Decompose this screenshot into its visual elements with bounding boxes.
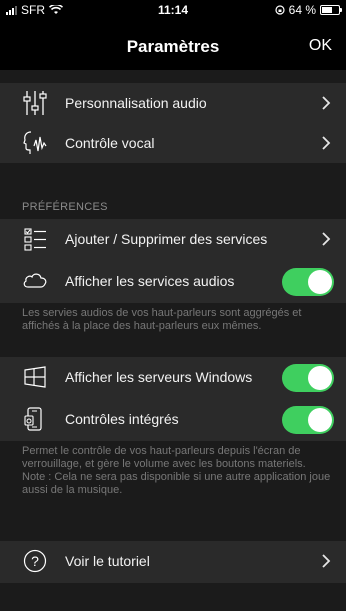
help-icon: ? xyxy=(22,547,48,575)
phone-speaker-icon xyxy=(22,405,48,433)
chevron-right-icon xyxy=(322,136,331,150)
tutorial-section: ? Voir le tutoriel xyxy=(0,541,346,583)
integrated-controls-note: Permet le contrôle de vos haut-parleurs … xyxy=(22,445,331,496)
ok-button[interactable]: OK xyxy=(309,37,332,55)
navigation-bar: Paramètres OK xyxy=(0,20,346,70)
show-windows-servers-label: Afficher les serveurs Windows xyxy=(65,369,253,385)
add-remove-services-label: Ajouter / Supprimer des services xyxy=(65,231,268,247)
row-tutorial[interactable]: ? Voir le tutoriel xyxy=(0,541,346,581)
rotation-lock-icon xyxy=(275,5,285,15)
status-right: 64 % xyxy=(275,3,342,17)
equalizer-icon xyxy=(22,89,48,117)
toggle-knob xyxy=(308,270,332,294)
cloud-icon xyxy=(22,267,48,295)
status-bar: SFR 11:14 64 % xyxy=(0,0,346,20)
show-windows-servers-toggle[interactable] xyxy=(282,364,334,392)
row-add-remove-services[interactable]: Ajouter / Supprimer des services xyxy=(0,219,346,259)
voice-control-label: Contrôle vocal xyxy=(65,135,155,151)
integrated-controls-toggle[interactable] xyxy=(282,406,334,434)
toggle-knob xyxy=(308,408,332,432)
checklist-icon xyxy=(22,225,48,253)
show-audio-services-label: Afficher les services audios xyxy=(65,273,235,289)
chevron-right-icon xyxy=(322,96,331,110)
battery-percent: 64 % xyxy=(288,3,316,17)
svg-text:?: ? xyxy=(31,553,39,569)
audio-section: Personnalisation audio Contrôle vocal xyxy=(0,83,346,163)
show-audio-services-toggle[interactable] xyxy=(282,268,334,296)
page-title: Paramètres xyxy=(126,37,220,56)
preferences-section: Ajouter / Supprimer des services Affiche… xyxy=(0,219,346,303)
audio-services-note: Les servies audios de vos haut-parleurs … xyxy=(22,307,302,332)
tutorial-label: Voir le tutoriel xyxy=(65,553,150,569)
preferences-header: PRÉFÉRENCES xyxy=(22,201,108,213)
row-integrated-controls: Contrôles intégrés xyxy=(0,399,346,439)
integrated-controls-label: Contrôles intégrés xyxy=(65,411,179,427)
voice-icon xyxy=(22,129,48,157)
chevron-right-icon xyxy=(322,554,331,568)
row-show-windows-servers: Afficher les serveurs Windows xyxy=(0,357,346,397)
battery-icon xyxy=(320,5,342,15)
windows-icon xyxy=(22,363,48,391)
row-audio-personalization[interactable]: Personnalisation audio xyxy=(0,83,346,123)
row-voice-control[interactable]: Contrôle vocal xyxy=(0,123,346,163)
chevron-right-icon xyxy=(322,232,331,246)
windows-section: Afficher les serveurs Windows Contrôles … xyxy=(0,357,346,441)
audio-personalization-label: Personnalisation audio xyxy=(65,95,207,111)
toggle-knob xyxy=(308,366,332,390)
row-show-audio-services: Afficher les services audios xyxy=(0,261,346,301)
